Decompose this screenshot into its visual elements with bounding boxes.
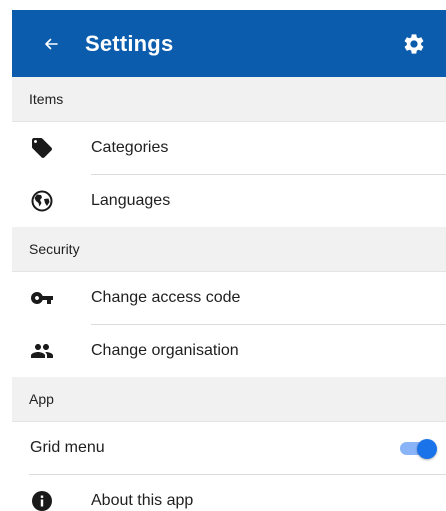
change-access-code-item[interactable]: Change access code xyxy=(12,272,446,324)
arrow-left-icon xyxy=(45,38,58,49)
page-title: Settings xyxy=(85,30,174,56)
grid-menu-label: Grid menu xyxy=(30,439,105,456)
globe-icon xyxy=(30,189,54,213)
toggle-thumb xyxy=(417,439,437,459)
grid-menu-item[interactable]: Grid menu xyxy=(12,422,446,474)
about-app-item[interactable]: About this app xyxy=(12,475,446,511)
languages-item[interactable]: Languages xyxy=(12,175,446,227)
grid-menu-toggle[interactable] xyxy=(400,439,437,459)
settings-list: Items Categories Languages Security Chan… xyxy=(12,77,446,511)
gear-icon xyxy=(404,33,424,54)
info-icon xyxy=(30,489,54,511)
section-header-security: Security xyxy=(12,227,446,272)
categories-label: Categories xyxy=(91,139,169,156)
back-button[interactable] xyxy=(29,22,73,66)
people-icon xyxy=(30,339,54,363)
categories-item[interactable]: Categories xyxy=(12,122,446,174)
change-access-code-label: Change access code xyxy=(91,289,241,306)
tag-icon xyxy=(30,136,54,160)
change-organisation-label: Change organisation xyxy=(91,342,239,359)
app-bar: Settings xyxy=(12,10,446,77)
languages-label: Languages xyxy=(91,192,171,209)
section-header-app: App xyxy=(12,377,446,422)
key-icon xyxy=(30,286,54,310)
settings-button[interactable] xyxy=(394,24,434,64)
section-header-items: Items xyxy=(12,77,446,122)
change-organisation-item[interactable]: Change organisation xyxy=(12,325,446,377)
about-app-label: About this app xyxy=(91,492,194,509)
